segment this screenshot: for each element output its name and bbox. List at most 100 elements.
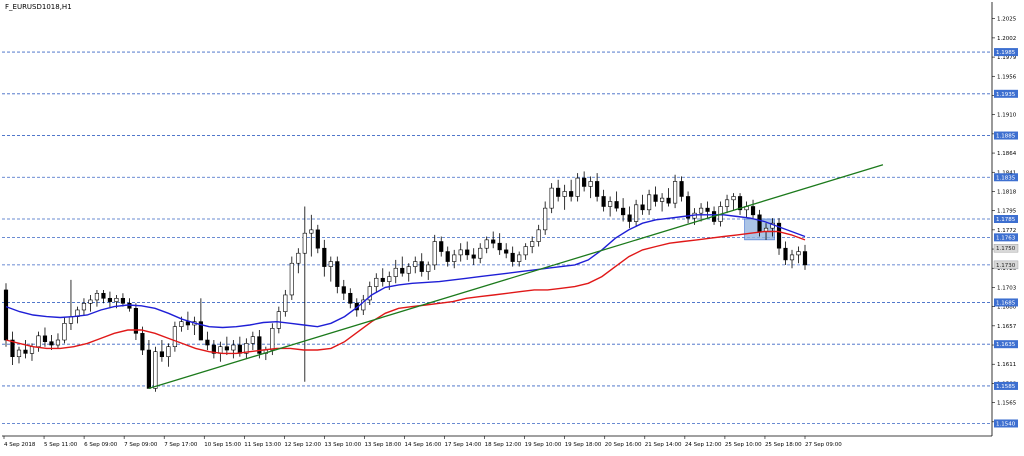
- candle-body: [413, 261, 418, 267]
- candle-body: [172, 326, 177, 347]
- price-tick-label: 1.1772: [997, 228, 1016, 234]
- candle-body: [504, 249, 509, 254]
- candle-body: [23, 349, 28, 354]
- level-price-tag-label: 1.1985: [996, 50, 1016, 56]
- candle-body: [601, 196, 606, 207]
- candle-body: [750, 206, 756, 216]
- candle-body: [393, 267, 398, 277]
- candle-body: [549, 187, 554, 209]
- candle-body: [445, 251, 450, 262]
- level-price-tag-label: 1.1685: [996, 300, 1016, 306]
- candle-body: [614, 201, 619, 209]
- candle-body: [146, 349, 151, 389]
- candle-body: [380, 277, 385, 282]
- level-price-tag-label: 1.1835: [996, 175, 1016, 181]
- price-tick-label: 1.1795: [997, 209, 1017, 215]
- candle-body: [660, 197, 665, 202]
- time-tick-label: 19 Sep 18:00: [565, 442, 602, 448]
- current-price-tag-label: 1.1730: [996, 263, 1016, 269]
- candle-body: [452, 254, 457, 262]
- time-tick-label: 11 Sep 13:00: [244, 442, 281, 448]
- candle-body: [510, 252, 515, 262]
- time-tick-label: 13 Sep 18:00: [364, 442, 401, 448]
- time-tick-label: 25 Sep 18:00: [765, 442, 802, 448]
- candle-body: [36, 335, 41, 347]
- candle-body: [588, 181, 593, 187]
- candle-body: [42, 335, 48, 342]
- candle-body: [224, 346, 229, 351]
- candle-body: [107, 297, 113, 302]
- chart-panel[interactable]: F_EURUSD1018,H1 1.2025 1.2002 1.1979 1.1956…: [0, 0, 1024, 451]
- candle-body: [569, 191, 574, 197]
- time-tick-label: 6 Sep 09:00: [84, 442, 118, 448]
- candle-body: [556, 187, 561, 197]
- candle-body: [62, 323, 67, 341]
- candle-body: [166, 346, 171, 358]
- candle-body: [315, 229, 320, 249]
- candle-body: [120, 297, 126, 304]
- time-tick-label: 4 Sep 2018: [4, 442, 36, 448]
- price-tick-label: 1.1657: [997, 324, 1017, 330]
- price-tick-label: 1.1565: [997, 401, 1017, 407]
- candle-body: [94, 292, 100, 301]
- candle-body: [335, 261, 340, 287]
- time-tick-label: 20 Sep 16:00: [605, 442, 642, 448]
- candle-body: [328, 261, 333, 267]
- candle-body: [536, 229, 541, 242]
- candle-body: [179, 321, 184, 327]
- candle-body: [153, 351, 158, 389]
- candle-body: [16, 349, 22, 358]
- price-tick-label: 1.1956: [997, 74, 1017, 80]
- candle-body: [387, 276, 392, 282]
- candle-body: [114, 297, 119, 302]
- candle-body: [595, 181, 600, 197]
- time-tick-label: 24 Sep 12:00: [685, 442, 722, 448]
- candle-body: [685, 196, 691, 219]
- candle-body: [497, 242, 502, 251]
- time-tick-label: 18 Sep 12:00: [485, 442, 522, 448]
- candle-body: [309, 229, 314, 234]
- candle-body: [341, 286, 346, 294]
- candle-body: [140, 333, 145, 351]
- candle-body: [400, 267, 405, 274]
- candle-body: [81, 302, 87, 311]
- candle-body: [491, 239, 496, 244]
- candle-body: [731, 196, 736, 201]
- candle-body: [283, 294, 288, 312]
- candle-body: [757, 214, 762, 232]
- price-tick-label: 1.1818: [997, 189, 1017, 195]
- candle-body: [185, 321, 190, 326]
- time-tick-label: 19 Sep 10:00: [525, 442, 562, 448]
- price-tick-label: 1.2025: [997, 17, 1017, 23]
- time-tick-label: 13 Sep 10:00: [324, 442, 361, 448]
- candle-body: [270, 328, 275, 351]
- price-chart[interactable]: F_EURUSD1018,H1 1.20251.20021.19791.1956…: [0, 0, 1024, 451]
- time-tick-label: 14 Sep 16:00: [405, 442, 442, 448]
- candle-body: [543, 207, 548, 231]
- time-tick-label: 7 Sep 09:00: [124, 442, 158, 448]
- candle-body: [608, 201, 613, 207]
- candle-body: [621, 207, 626, 216]
- candle-body: [29, 346, 35, 354]
- candle-body: [634, 204, 639, 222]
- price-tick-label: 1.1864: [997, 151, 1017, 157]
- candle-body: [289, 262, 294, 296]
- candle-body: [296, 252, 301, 264]
- candle-body: [789, 254, 795, 261]
- candle-body: [796, 251, 801, 256]
- candle-body: [484, 239, 489, 249]
- candle-body: [68, 316, 74, 324]
- candle-body: [55, 339, 61, 346]
- price-tick-label: 1.1703: [997, 285, 1017, 291]
- candle-body: [88, 299, 93, 304]
- time-tick-label: 25 Sep 10:00: [725, 442, 762, 448]
- price-tick-label: 1.2002: [997, 36, 1016, 42]
- time-tick-label: 17 Sep 14:00: [445, 442, 482, 448]
- candle-body: [322, 247, 327, 267]
- level-price-tag-label: 1.1763: [996, 235, 1016, 241]
- candle-body: [3, 289, 9, 341]
- candle-body: [49, 341, 54, 346]
- level-price-tag-label: 1.1935: [996, 92, 1016, 98]
- candle-body: [724, 199, 730, 207]
- candle-body: [802, 251, 808, 266]
